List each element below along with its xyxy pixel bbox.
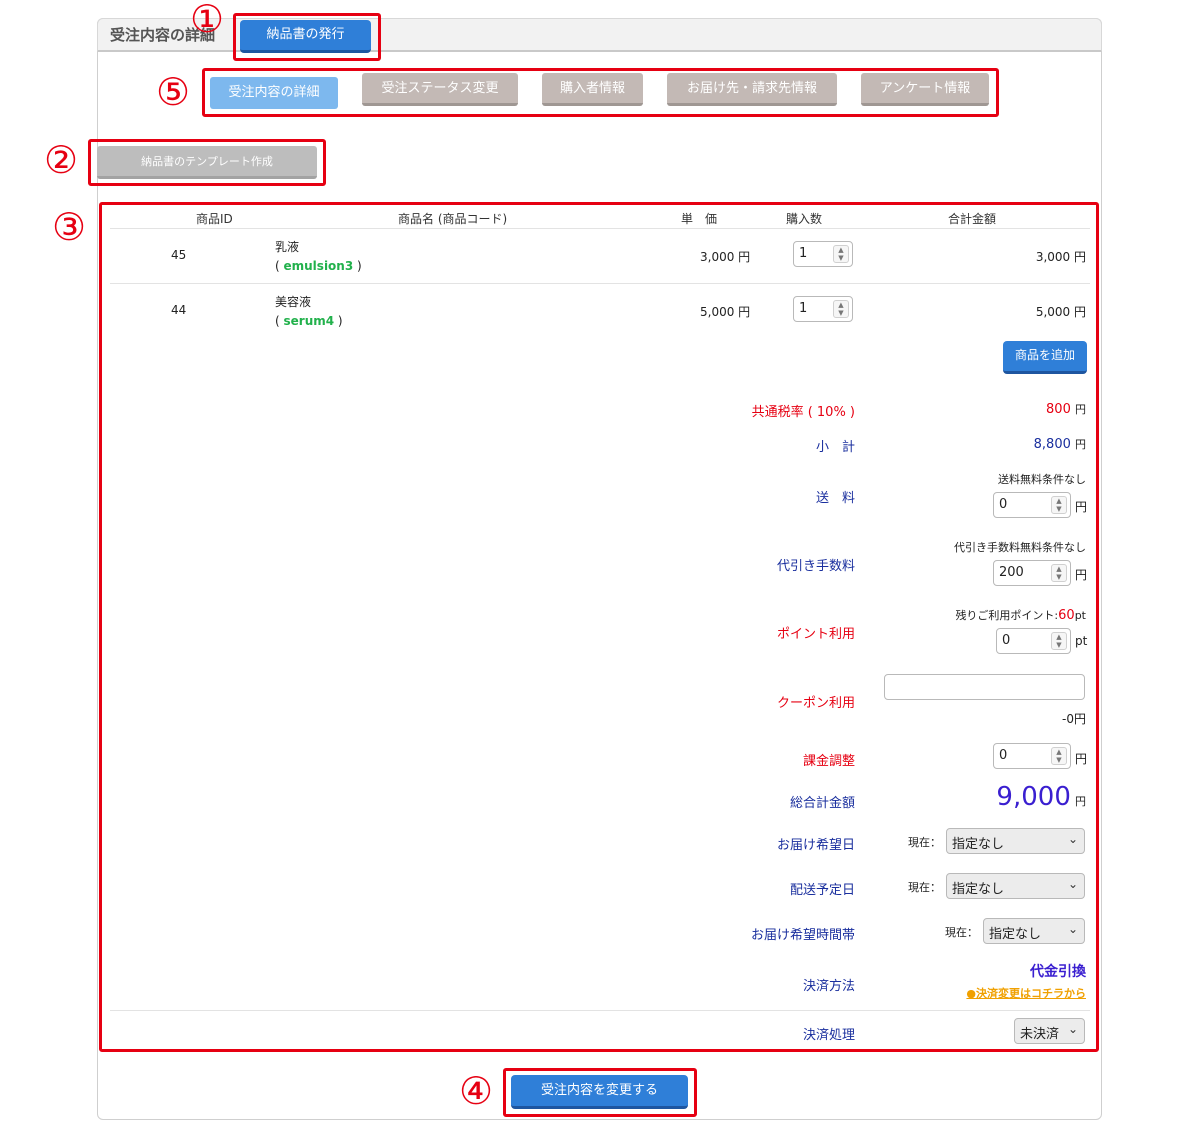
current-prefix: 現在：	[908, 836, 941, 849]
grand-total-value: 9,000 円	[996, 782, 1086, 812]
col-header-name: 商品名 (商品コード)	[398, 212, 508, 226]
chevron-down-icon: ⌄	[1067, 1022, 1078, 1036]
subtotal-label: 小 計	[815, 440, 855, 455]
grand-total-label: 総合計金額	[789, 796, 855, 811]
add-product-button[interactable]: 商品を追加	[1003, 341, 1087, 374]
callout-2: ②	[44, 138, 79, 182]
row-price: 5,000 円	[700, 305, 751, 319]
divider	[110, 228, 1090, 229]
yen-unit: 円	[1075, 752, 1088, 766]
yen-unit: 円	[1075, 568, 1088, 582]
shipping-input[interactable]: 0 ▲ ▼	[993, 492, 1071, 518]
delivery-date-select[interactable]: 指定なし ⌄	[946, 828, 1085, 854]
tax-label: 共通税率 ( 10% )	[751, 405, 855, 420]
point-input[interactable]: 0 ▲ ▼	[996, 628, 1071, 654]
payment-change-link[interactable]: ●決済変更はコチラから	[966, 985, 1086, 1001]
update-order-button[interactable]: 受注内容を変更する	[511, 1075, 688, 1109]
row-name: 美容液	[275, 295, 312, 309]
point-usage-label: ポイント利用	[776, 627, 855, 642]
cod-fee-note: 代引き手数料無料条件なし	[954, 541, 1086, 554]
stepper-arrows-icon[interactable]: ▲ ▼	[1051, 496, 1067, 514]
billing-adjust-label: 課金調整	[802, 754, 855, 769]
coupon-input[interactable]	[884, 674, 1085, 700]
current-prefix: 現在：	[908, 881, 941, 894]
chevron-down-icon: ⌄	[1067, 877, 1078, 891]
yen-unit: 円	[1075, 500, 1088, 514]
row-name: 乳液	[275, 240, 300, 254]
row-id: 45	[171, 248, 187, 262]
delivery-time-select[interactable]: 指定なし ⌄	[983, 918, 1085, 944]
current-prefix: 現在：	[945, 926, 978, 939]
tab-delivery-billing[interactable]: お届け先・請求先情報	[667, 73, 837, 106]
tab-order-detail[interactable]: 受注内容の詳細	[210, 77, 338, 109]
issue-invoice-button[interactable]: 納品書の発行	[240, 20, 371, 53]
ship-date-select[interactable]: 指定なし ⌄	[946, 873, 1085, 899]
callout-4: ④	[459, 1069, 494, 1113]
payment-method-label: 決済方法	[802, 979, 855, 994]
row-code: ( emulsion3 )	[275, 259, 362, 273]
divider	[110, 1010, 1090, 1011]
coupon-label: クーポン利用	[776, 696, 855, 711]
divider	[110, 283, 1090, 284]
col-header-total: 合計金額	[948, 212, 997, 226]
pt-unit: pt	[1075, 634, 1088, 648]
qty-stepper[interactable]: 1 ▲ ▼	[793, 241, 853, 267]
coupon-discount: -0円	[1062, 712, 1086, 726]
tab-status-change[interactable]: 受注ステータス変更	[362, 73, 518, 106]
callout-1: ①	[190, 0, 225, 41]
delivery-date-label: お届け希望日	[776, 838, 855, 853]
callout-5: ⑤	[156, 70, 191, 114]
subtotal-value: 8,800 円	[1033, 437, 1086, 452]
invoice-template-button[interactable]: 納品書のテンプレート作成	[97, 146, 317, 179]
row-code: ( serum4 )	[275, 314, 343, 328]
qty-stepper[interactable]: 1 ▲ ▼	[793, 296, 853, 322]
cod-fee-label: 代引き手数料	[776, 559, 855, 574]
billing-adjust-input[interactable]: 0 ▲ ▼	[993, 743, 1071, 769]
row-total: 3,000 円	[1035, 250, 1086, 264]
shipping-note: 送料無料条件なし	[998, 473, 1086, 486]
stepper-arrows-icon[interactable]: ▲ ▼	[833, 245, 849, 263]
chevron-down-icon: ⌄	[1067, 832, 1078, 846]
payment-method-value: 代金引換	[1030, 964, 1086, 980]
tab-survey[interactable]: アンケート情報	[861, 73, 989, 106]
callout-3: ③	[52, 205, 87, 249]
ship-date-label: 配送予定日	[789, 883, 855, 898]
tab-buyer-info[interactable]: 購入者情報	[542, 73, 643, 106]
stepper-arrows-icon[interactable]: ▲ ▼	[1051, 632, 1067, 650]
stepper-arrows-icon[interactable]: ▲ ▼	[1051, 564, 1067, 582]
point-remaining: 残りご利用ポイント:60pt	[955, 608, 1086, 623]
chevron-down-icon: ⌄	[1067, 922, 1078, 936]
col-header-price: 単 価	[681, 212, 718, 226]
shipping-label: 送 料	[815, 491, 855, 506]
stepper-arrows-icon[interactable]: ▲ ▼	[1051, 747, 1067, 765]
payment-process-label: 決済処理	[802, 1028, 855, 1043]
tax-value: 800 円	[1046, 402, 1086, 417]
row-price: 3,000 円	[700, 250, 751, 264]
cod-fee-input[interactable]: 200 ▲ ▼	[993, 560, 1071, 586]
col-header-id: 商品ID	[196, 212, 233, 226]
row-id: 44	[171, 303, 187, 317]
delivery-time-label: お届け希望時間帯	[750, 928, 855, 943]
payment-process-select[interactable]: 未決済 ⌄	[1014, 1018, 1085, 1044]
row-total: 5,000 円	[1035, 305, 1086, 319]
stepper-arrows-icon[interactable]: ▲ ▼	[833, 300, 849, 318]
col-header-qty: 購入数	[786, 212, 823, 226]
